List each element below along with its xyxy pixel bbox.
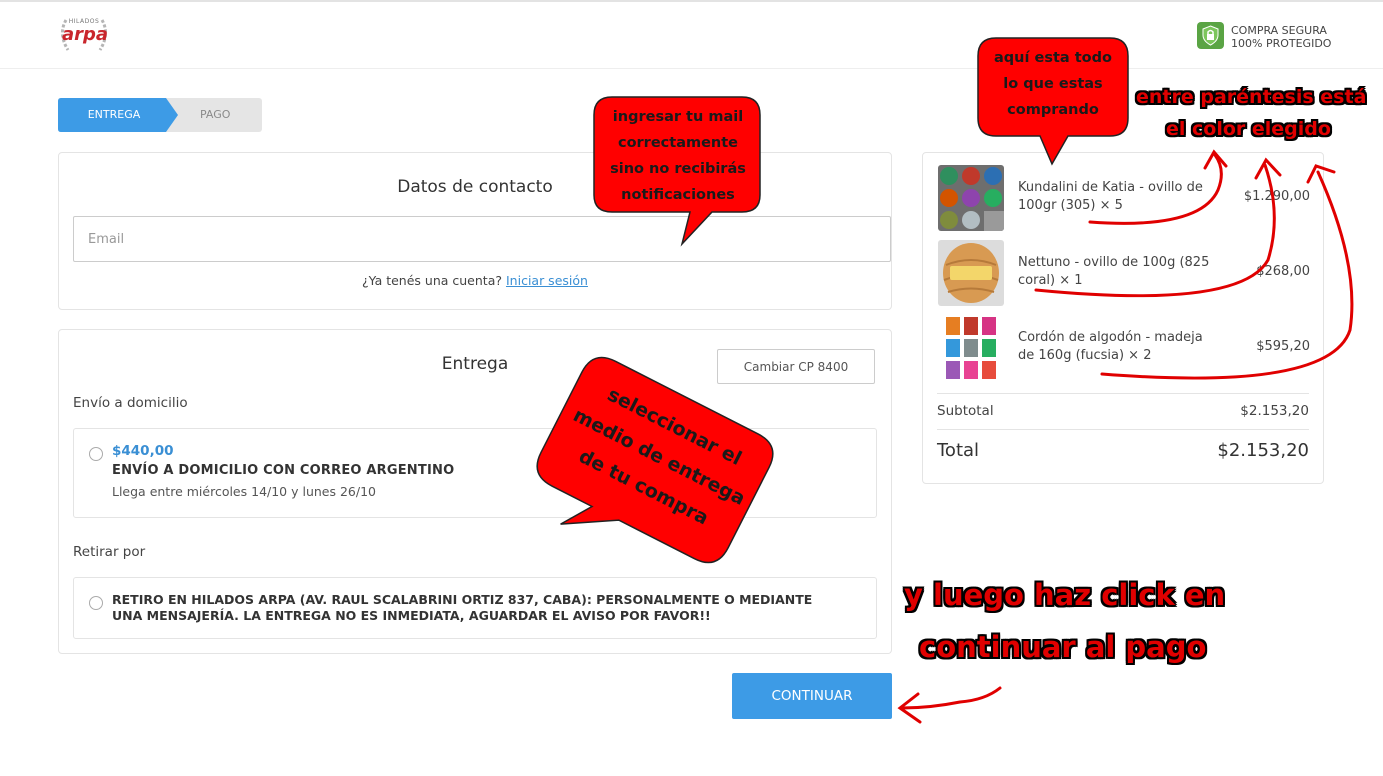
total-label: Total [937, 440, 980, 461]
total-value: $2.153,20 [1217, 440, 1309, 461]
site-header: HILADOS arpa COMPRA SEGURA 100% PROTEGID… [0, 2, 1383, 69]
items-callout-line: lo que estas [1003, 76, 1103, 92]
continue-arrow [897, 686, 1002, 724]
item-name: Kundalini de Katia - ovillo de 100gr (30… [1018, 180, 1203, 213]
email-callout-line: ingresar tu mail [612, 109, 744, 125]
item-price: $1.290,00 [1243, 189, 1310, 204]
item-name: Nettuno - ovillo de 100g (825 coral) × 1 [1018, 255, 1210, 288]
yarn-grid-multicolor-icon [938, 165, 1004, 231]
shipping-option-pickup[interactable]: RETIRO EN HILADOS ARPA (AV. RAUL SCALABR… [73, 577, 877, 639]
color-note-line: el color elegido [1166, 118, 1331, 140]
items-callout-line: aquí esta todo [994, 50, 1112, 66]
email-input[interactable] [73, 216, 891, 262]
shield-lock-icon [1197, 22, 1224, 49]
home-delivery-eta: Llega entre miércoles 14/10 y lunes 26/1… [112, 484, 376, 499]
items-callout-line: comprando [1007, 102, 1099, 118]
secure-badge: COMPRA SEGURA 100% PROTEGIDO [1197, 22, 1337, 52]
color-note-line: entre paréntesis está [1136, 86, 1367, 108]
step-entrega-label: ENTREGA [87, 108, 141, 121]
cart-item: Nettuno - ovillo de 100g (825 coral) × 1… [938, 240, 1310, 308]
home-delivery-radio[interactable] [89, 447, 103, 461]
account-line: ¿Ya tenés una cuenta? Iniciar sesión [59, 273, 891, 288]
store-logo[interactable]: HILADOS arpa [56, 14, 112, 56]
continue-note-line: continuar al pago [919, 630, 1207, 664]
email-callout-line: sino no recibirás [610, 161, 746, 177]
summary-divider [937, 429, 1309, 430]
login-link[interactable]: Iniciar sesión [506, 273, 588, 288]
pickup-name: RETIRO EN HILADOS ARPA (AV. RAUL SCALABR… [112, 592, 813, 623]
home-delivery-name: ENVÍO A DOMICILIO CON CORREO ARGENTINO [112, 463, 455, 478]
cart-item: Cordón de algodón - madeja de 160g (fucs… [938, 315, 1310, 383]
contact-card: Datos de contacto ¿Ya tenés una cuenta? … [58, 152, 892, 310]
secure-subtitle: 100% PROTEGIDO [1231, 37, 1332, 50]
order-summary: Kundalini de Katia - ovillo de 100gr (30… [922, 152, 1324, 484]
contact-title: Datos de contacto [397, 177, 553, 197]
change-cp-button[interactable]: Cambiar CP 8400 [717, 349, 875, 384]
continue-button[interactable]: CONTINUAR [732, 673, 892, 719]
continue-note-line: y luego haz click en [904, 578, 1226, 612]
yarn-skeins-grid-icon [938, 315, 1004, 381]
account-prompt: ¿Ya tenés una cuenta? [362, 273, 502, 288]
subtotal-value: $2.153,20 [1240, 403, 1309, 419]
item-price: $268,00 [1256, 264, 1310, 279]
logo-main-text: arpa [62, 24, 109, 45]
email-callout-line: notificaciones [621, 187, 735, 203]
home-delivery-label: Envío a domicilio [73, 395, 188, 411]
item-price: $595,20 [1256, 339, 1310, 354]
checkout-steps: ENTREGA PAGO [58, 98, 262, 132]
cart-item: Kundalini de Katia - ovillo de 100gr (30… [938, 165, 1310, 233]
summary-divider [937, 393, 1309, 394]
pickup-label: Retirar por [73, 544, 146, 560]
step-pago[interactable]: PAGO [200, 98, 260, 132]
item-name: Cordón de algodón - madeja de 160g (fucs… [1018, 330, 1203, 363]
yarn-ball-coral-icon [938, 240, 1004, 306]
home-delivery-price: $440,00 [112, 443, 174, 459]
subtotal-label: Subtotal [937, 403, 994, 419]
email-callout-line: correctamente [617, 135, 739, 151]
secure-title: COMPRA SEGURA [1231, 24, 1327, 37]
delivery-card: Entrega Cambiar CP 8400 Envío a domicili… [58, 329, 892, 654]
pickup-radio[interactable] [89, 596, 103, 610]
